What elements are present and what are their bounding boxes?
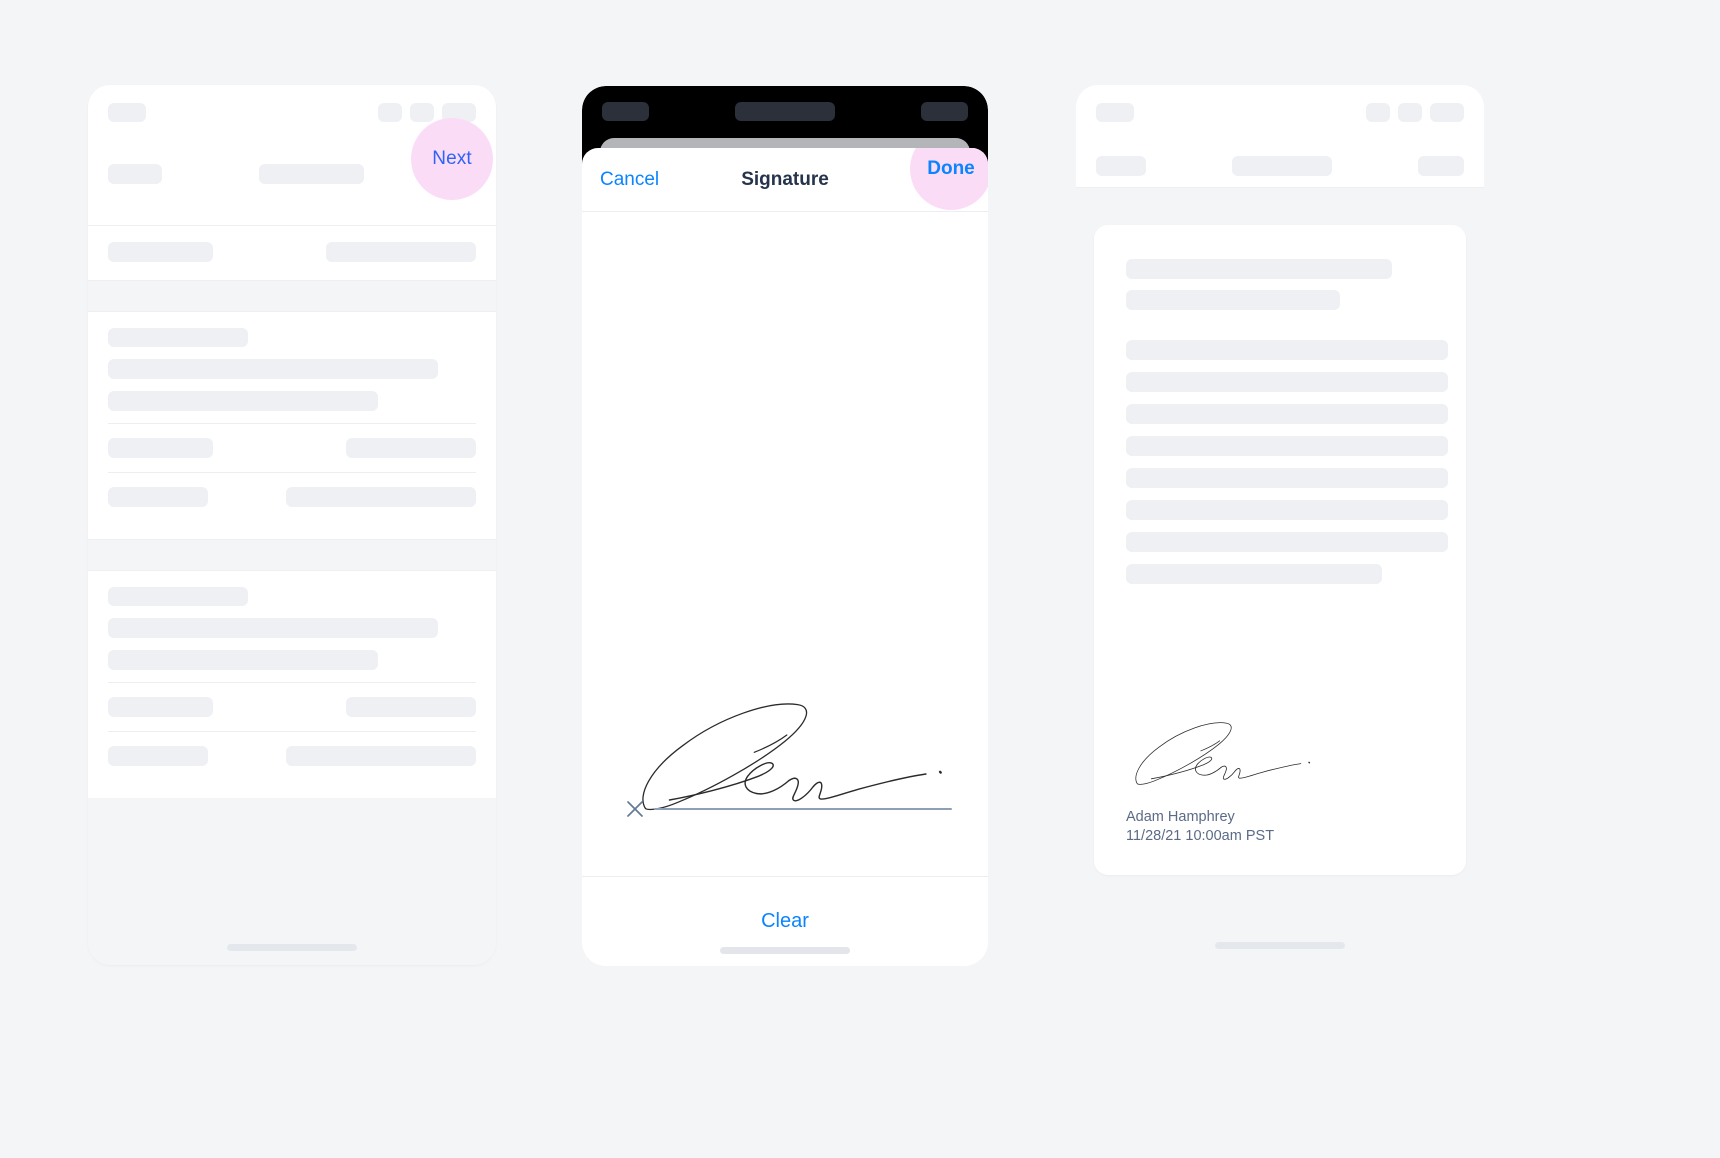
section-heading-placeholder <box>108 328 248 347</box>
form-field-row[interactable] <box>108 424 476 472</box>
document-form-screen: Next <box>88 85 496 965</box>
home-indicator <box>1215 941 1345 949</box>
phone-home-bar <box>88 929 496 965</box>
field-value-placeholder <box>286 487 476 507</box>
section-2-line-1 <box>108 618 476 638</box>
signature-block: Adam Hamphrey 11/28/21 10:00am PST <box>1126 716 1434 847</box>
document-paragraph <box>1126 340 1448 584</box>
header-right-placeholder <box>1418 156 1464 176</box>
signature-modal-phone: Cancel Signature Done Clear <box>582 86 988 966</box>
header-value-placeholder <box>259 164 364 184</box>
signer-timestamp: 11/28/21 10:00am PST <box>1126 828 1275 845</box>
phone-home-bar <box>1076 925 1484 965</box>
header-tag-placeholder <box>108 103 146 122</box>
document-body-line <box>1126 532 1448 552</box>
field-value-placeholder <box>346 438 476 458</box>
header-chip-1[interactable] <box>378 103 402 122</box>
header-mid-placeholder <box>1232 156 1332 176</box>
field-label-placeholder <box>108 697 213 717</box>
form-subheader-row <box>88 226 496 280</box>
signature-input-area[interactable] <box>582 696 988 818</box>
section-body-line <box>108 618 438 638</box>
header-label-placeholder <box>1096 156 1146 176</box>
section-2-heading <box>108 587 476 606</box>
signer-name: Adam Hamphrey <box>1126 808 1235 825</box>
signature-canvas[interactable] <box>582 212 988 876</box>
header-chip-2[interactable] <box>1398 103 1422 122</box>
section-2-rows <box>108 682 476 780</box>
field-label-placeholder <box>108 746 208 766</box>
section-1-line-1 <box>108 359 476 379</box>
signature-ink <box>1135 722 1311 785</box>
document-subtitle-line <box>1126 290 1340 310</box>
section-1-heading <box>108 328 476 347</box>
form-field-row[interactable] <box>108 731 476 780</box>
status-bar <box>582 102 988 121</box>
signature-sheet: Cancel Signature Done Clear <box>582 148 988 966</box>
section-gap-2 <box>88 539 496 571</box>
status-bar-time-pill <box>602 102 649 121</box>
field-value-placeholder <box>346 697 476 717</box>
document-title-line <box>1126 259 1392 279</box>
status-bar-indicators-pill <box>921 102 968 121</box>
done-button[interactable]: Done <box>927 158 975 180</box>
field-value-placeholder <box>286 746 476 766</box>
signature-baseline-row <box>626 800 952 818</box>
header-chip-2[interactable] <box>410 103 434 122</box>
phone-home-bar <box>582 947 988 954</box>
header-label-placeholder <box>108 164 162 184</box>
document-body-line <box>1126 372 1448 392</box>
section-heading-placeholder <box>108 587 248 606</box>
section-gap-1 <box>88 280 496 312</box>
document-body-line <box>1126 436 1448 456</box>
field-label-placeholder <box>108 487 208 507</box>
header-tag-placeholder <box>1096 103 1134 122</box>
header-second-row <box>1096 156 1464 176</box>
section-2-line-2 <box>108 650 476 670</box>
form-section-1 <box>88 312 496 539</box>
section-body-line <box>108 650 378 670</box>
document-body-line <box>1126 468 1448 488</box>
header-action-chips <box>1366 103 1464 122</box>
section-1-line-2 <box>108 391 476 411</box>
form-section-2 <box>88 571 496 798</box>
section-1-rows <box>108 423 476 521</box>
document-body-line <box>1126 404 1448 424</box>
header-chip-1[interactable] <box>1366 103 1390 122</box>
header-top-row <box>1096 103 1464 122</box>
next-hotspot[interactable]: Next <box>411 118 493 200</box>
next-hotspot-label: Next <box>432 148 472 169</box>
status-bar-notch-pill <box>735 102 835 121</box>
subheader-value-placeholder <box>326 242 476 262</box>
form-field-row[interactable] <box>108 472 476 521</box>
form-header: Next <box>88 85 496 225</box>
clear-button[interactable]: Clear <box>761 910 809 933</box>
x-icon <box>627 801 643 817</box>
document-title-block <box>1126 259 1434 310</box>
section-body-line <box>108 391 378 411</box>
document-body-line <box>1126 500 1448 520</box>
section-body-line <box>108 359 438 379</box>
document-body-line <box>1126 340 1448 360</box>
cancel-button[interactable]: Cancel <box>600 169 659 191</box>
form-field-row[interactable] <box>108 683 476 731</box>
signed-document-screen: Adam Hamphrey 11/28/21 10:00am PST <box>1076 85 1484 965</box>
home-indicator <box>720 947 850 954</box>
signature-baseline <box>654 808 952 810</box>
sheet-nav-bar: Cancel Signature Done <box>582 148 988 212</box>
subheader-label-placeholder <box>108 242 213 262</box>
document-body-line <box>1126 564 1382 584</box>
screen-root: Next Cancel Signature Done Clear Adam Ha… <box>0 0 1720 1158</box>
header-chip-3[interactable] <box>1430 103 1464 122</box>
document-header <box>1076 85 1484 188</box>
field-label-placeholder <box>108 438 213 458</box>
header-top-row <box>108 103 476 122</box>
document-page: Adam Hamphrey 11/28/21 10:00am PST <box>1094 225 1466 875</box>
done-hotspot[interactable]: Done <box>910 148 988 210</box>
home-indicator <box>227 943 357 951</box>
